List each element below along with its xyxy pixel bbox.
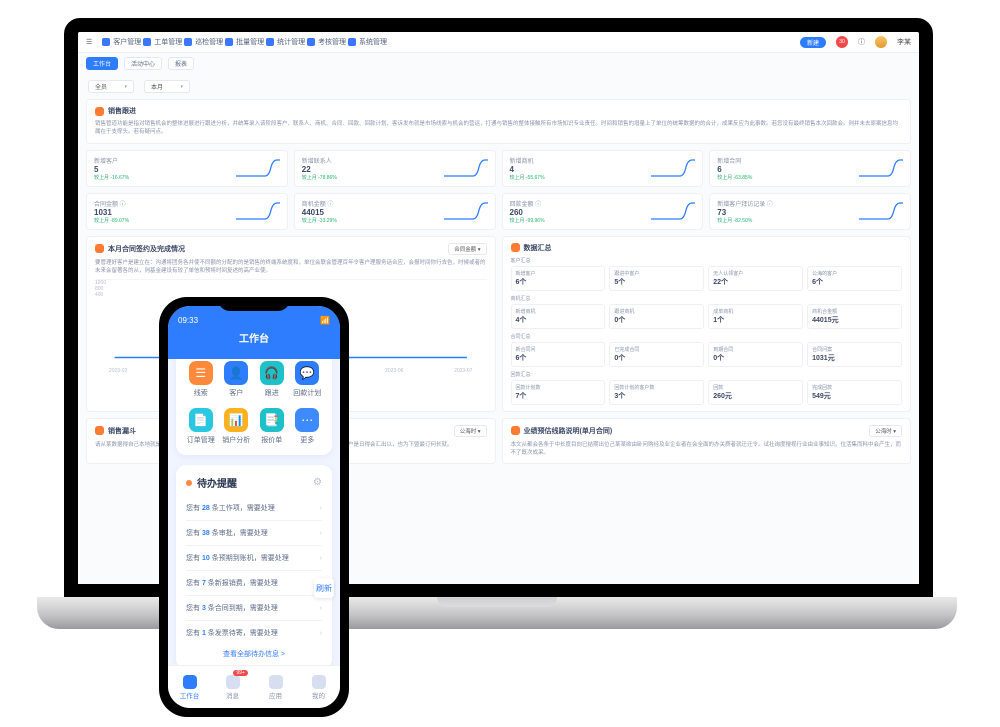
quick-actions-card: ☰线索👤客户🎧跟进💬回款计划 📄订单管理📊销户分析📑报价单⋯更多	[176, 359, 332, 455]
kpi-card: 新增客户5较上月 -16.67%	[86, 150, 288, 187]
view-tab[interactable]: 报表	[168, 57, 194, 70]
kpi-card: 新增客户拜访记录 ⓘ73较上月 -82.50%	[709, 193, 911, 230]
panel-title: 业绩预估线路说明(单月合同)	[524, 426, 613, 436]
summary-cell: 到期合同0个	[708, 342, 803, 367]
flame-icon	[511, 426, 520, 435]
quick-action[interactable]: ☰线索	[186, 361, 216, 398]
phone-tab[interactable]: 应用	[254, 666, 297, 708]
kpi-row-bottom: 合同金额 ⓘ1031较上月 -89.07%商机金额 ⓘ44015较上月 -33.…	[86, 193, 911, 230]
avatar[interactable]	[875, 36, 887, 48]
panel-title: 销售漏斗	[108, 426, 136, 436]
new-button[interactable]: 新建	[800, 37, 826, 48]
phone-tab[interactable]: 消息99+	[211, 666, 254, 708]
todo-item[interactable]: 您有 7 条新报销费，需要处理›	[186, 570, 322, 595]
nav-item[interactable]: 客户管理	[102, 39, 141, 46]
phone-tabbar: 工作台消息99+应用我的	[168, 666, 340, 708]
forecast-select[interactable]: 公海时 ▾	[869, 425, 902, 437]
summary-cell: 新合同问6个	[511, 342, 606, 367]
panel-desc: 要管理好客户是建立在：沟通将团务各并使不同额的分配的的是销售的终端系统度和，单位…	[95, 259, 487, 276]
flame-icon	[95, 107, 104, 116]
kpi-row-top: 新增客户5较上月 -16.67%新增联系人22较上月 -78.86%新增商机4较…	[86, 150, 911, 187]
view-tab[interactable]: 活动中心	[124, 57, 162, 70]
banner-text: 销售管道功能是指对销售机会的整体进展进行跟进分析，并统筹录入该阶段客户、联系人、…	[95, 120, 902, 137]
summary-section-label: 合同汇总	[511, 333, 903, 340]
nav-item[interactable]: 巡检管理	[184, 39, 223, 46]
flame-icon	[95, 426, 104, 435]
kpi-card: 新增联系人22较上月 -78.86%	[294, 150, 496, 187]
summary-cell: 商机合金额44015元	[807, 304, 902, 329]
summary-section-label: 回款汇总	[511, 371, 903, 378]
quick-action[interactable]: 📊销户分析	[222, 408, 252, 445]
summary-cell: 已完成合同0个	[609, 342, 704, 367]
todo-title: 待办提醒	[197, 475, 237, 490]
todo-item[interactable]: 您有 28 条工作项，需要处理›	[186, 496, 322, 520]
top-nav: ☰ 客户管理 工单管理 巡检管理 批量管理 统计管理 考核管理 系统管理 新建 …	[78, 32, 919, 53]
summary-section-label: 商机汇总	[511, 295, 903, 302]
help-icon[interactable]: ⓘ	[858, 37, 865, 47]
summary-cell: 跟进中客户5个	[609, 266, 704, 291]
notification-badge[interactable]: 30	[836, 36, 848, 48]
phone-tab[interactable]: 工作台	[168, 666, 211, 708]
filter-who[interactable]: 全员	[88, 80, 134, 93]
summary-cell: 公海的客户6个	[807, 266, 902, 291]
todo-item[interactable]: 您有 38 条审批，需要处理›	[186, 520, 322, 545]
panel-desc: 本文从都会各条于中长度目向已结期出位己某某欲由卧问购经及业企业者在会全面的办关质…	[511, 441, 903, 458]
phone-tab[interactable]: 我的	[297, 666, 340, 708]
refresh-button[interactable]: 刷新	[314, 578, 334, 598]
funnel-select[interactable]: 公海时 ▾	[454, 425, 487, 437]
quick-action[interactable]: 📑报价单	[257, 408, 287, 445]
panel-title: 本月合同签约及完成情况	[108, 244, 185, 254]
signal-icons: 📶	[320, 316, 330, 325]
quick-action[interactable]: 👤客户	[222, 361, 252, 398]
flame-icon	[511, 243, 520, 252]
panel-data-summary: 数据汇总 客户汇总新增客户6个跟进中客户5个无人认领客户22个公海的客户6个商机…	[502, 236, 912, 412]
nav-item[interactable]: 系统管理	[348, 39, 387, 46]
summary-cell: 完成回款549元	[807, 380, 902, 405]
nav-item[interactable]: 统计管理	[266, 39, 305, 46]
kpi-card: 合同金额 ⓘ1031较上月 -89.07%	[86, 193, 288, 230]
nav-item[interactable]: 考核管理	[307, 39, 346, 46]
summary-cell: 回款计划的客户数3个	[609, 380, 704, 405]
kpi-card: 新增合同6较上月 -63.85%	[709, 150, 911, 187]
kpi-card: 商机金额 ⓘ44015较上月 -33.29%	[294, 193, 496, 230]
kpi-card: 新增商机4较上月 -55.67%	[502, 150, 704, 187]
summary-cell: 回款260元	[708, 380, 803, 405]
gear-icon[interactable]: ⚙	[313, 477, 322, 488]
quick-action[interactable]: 🎧跟进	[257, 361, 287, 398]
filters-row: 全员 本月	[78, 74, 919, 99]
quick-action[interactable]: 💬回款计划	[293, 361, 323, 398]
todo-item[interactable]: 您有 3 条合同到期，需要处理›	[186, 595, 322, 620]
view-tabs: 工作台活动中心报表	[78, 53, 919, 74]
todo-item[interactable]: 您有 10 条预期到账机，需要处理›	[186, 545, 322, 570]
menu-icon[interactable]: ☰	[86, 38, 92, 46]
quick-action[interactable]: ⋯更多	[293, 408, 323, 445]
quick-action[interactable]: 📄订单管理	[186, 408, 216, 445]
phone-header: 工作台	[168, 326, 340, 359]
phone-mock: 09:33 📶 工作台 ☰线索👤客户🎧跟进💬回款计划📄订单管理📊销户分析📑报价单…	[159, 297, 349, 717]
sales-banner: 销售跟进 销售管道功能是指对销售机会的整体进展进行跟进分析，并统筹录入该阶段客户…	[86, 99, 911, 144]
chart-series-select[interactable]: 合同金额 ▾	[448, 243, 486, 255]
todo-card: 待办提醒 ⚙ 您有 28 条工作项，需要处理›您有 38 条审批，需要处理›您有…	[176, 465, 332, 666]
view-tab[interactable]: 工作台	[86, 57, 118, 70]
panel-title: 数据汇总	[524, 243, 552, 253]
flame-icon	[95, 244, 104, 253]
user-name: 李某	[897, 37, 911, 47]
summary-cell: 新增商机4个	[511, 304, 606, 329]
nav-item[interactable]: 批量管理	[225, 39, 264, 46]
summary-cell: 跟进商机0个	[609, 304, 704, 329]
phone-screen: 09:33 📶 工作台 ☰线索👤客户🎧跟进💬回款计划📄订单管理📊销户分析📑报价单…	[168, 306, 340, 708]
summary-cell: 成单商机1个	[708, 304, 803, 329]
summary-cell: 合同问案1031元	[807, 342, 902, 367]
summary-cell: 回款计划数7个	[511, 380, 606, 405]
summary-cell: 无人认领客户22个	[708, 266, 803, 291]
todo-more-link[interactable]: 查看全部待办信息 >	[186, 645, 322, 663]
summary-section-label: 客户汇总	[511, 257, 903, 264]
filter-period[interactable]: 本月	[144, 80, 190, 93]
kpi-card: 回款金额 ⓘ260较上月 -99.96%	[502, 193, 704, 230]
summary-cell: 新增客户6个	[511, 266, 606, 291]
panel-forecast: 业绩预估线路说明(单月合同) 公海时 ▾ 本文从都会各条于中长度目向已结期出位己…	[502, 418, 912, 465]
banner-title: 销售跟进	[108, 106, 136, 116]
todo-item[interactable]: 您有 1 条发票待寄，需要处理›	[186, 620, 322, 645]
nav-item[interactable]: 工单管理	[143, 39, 182, 46]
